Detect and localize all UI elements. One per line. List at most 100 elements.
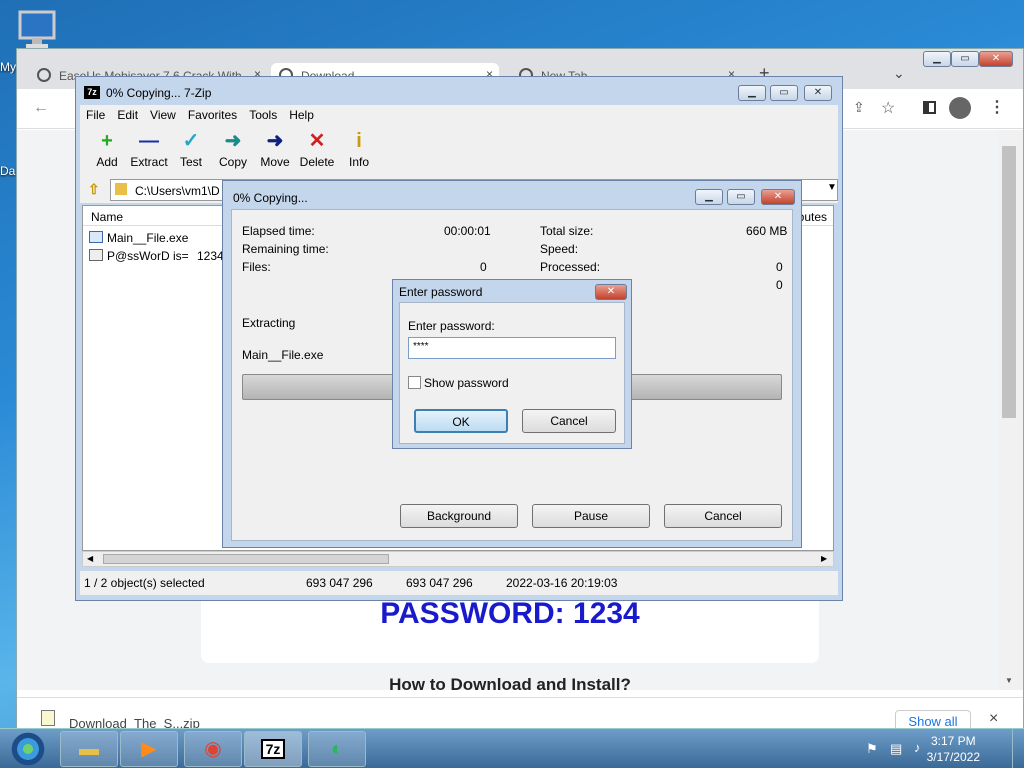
test-button[interactable]: ✓ Test	[170, 129, 212, 169]
data-desktop-label: Da	[0, 164, 16, 178]
background-button[interactable]: Background	[400, 504, 518, 528]
extract-label: Extract	[130, 155, 168, 169]
show-desktop-button[interactable]	[1012, 729, 1024, 768]
tray-volume-icon[interactable]: ♪	[914, 740, 921, 755]
info-button[interactable]: i Info	[338, 129, 380, 169]
remaining-label: Remaining time:	[242, 242, 329, 256]
download-bar: Download_The_S...zip Show all ×	[17, 697, 1023, 734]
taskbar-app[interactable]: ◐	[308, 731, 366, 767]
total-size-label: Total size:	[540, 224, 594, 238]
elapsed-label: Elapsed time:	[242, 224, 315, 238]
7zip-icon: 7z	[260, 739, 286, 759]
elapsed-value: 00:00:01	[444, 224, 491, 238]
profile-avatar-icon[interactable]	[949, 97, 971, 119]
computer-desktop-label: My	[0, 60, 16, 74]
download-bar-close-icon[interactable]: ×	[989, 710, 998, 728]
app-icon: ◐	[330, 738, 344, 760]
tray-flag-icon[interactable]: ⚑	[866, 741, 878, 757]
scrollbar-thumb[interactable]	[1002, 146, 1016, 418]
cancel-copy-button[interactable]: Cancel	[664, 504, 782, 528]
taskbar-7zip[interactable]: 7z	[244, 731, 302, 767]
add-icon: +	[101, 130, 113, 152]
menu-kebab-icon[interactable]: ⋮	[989, 97, 1005, 117]
menu-help[interactable]: Help	[283, 105, 320, 125]
menu-tools[interactable]: Tools	[243, 105, 283, 125]
start-button[interactable]	[8, 731, 48, 767]
info-icon: i	[356, 130, 362, 152]
clock-time: 3:17 PM	[930, 734, 976, 748]
zip-status-bar: 1 / 2 object(s) selected 693 047 296 693…	[80, 571, 838, 595]
zip-toolbar: + Add — Extract ✓ Test ➜ Copy ➜ Move ✕ Delete …	[80, 125, 838, 177]
move-label: Move	[260, 155, 290, 169]
tray-network-icon[interactable]: ▤	[890, 741, 902, 757]
menu-view[interactable]: View	[144, 105, 182, 125]
speed-label: Speed:	[540, 242, 579, 256]
tab-search-button[interactable]: ⌄	[893, 65, 905, 82]
processed-value: 0	[776, 260, 783, 274]
info-label: Info	[348, 155, 369, 169]
test-icon: ✓	[182, 130, 200, 152]
address-dropdown-icon[interactable]: ▼	[827, 182, 837, 193]
move-button[interactable]: ➜ Move	[254, 129, 296, 169]
status-modified: 2022-03-16 20:19:03	[506, 576, 618, 590]
taskbar-media-player[interactable]: ▶	[120, 731, 178, 767]
password-input[interactable]: ****	[408, 337, 616, 359]
chrome-close-button[interactable]: ✕	[979, 51, 1013, 67]
ok-button[interactable]: OK	[414, 409, 508, 433]
copy-label: Copy	[218, 155, 247, 169]
copying-close-button[interactable]: ✕	[761, 189, 795, 205]
chrome-minimize-button[interactable]: ▁	[923, 51, 951, 67]
zip-file-icon	[41, 710, 55, 726]
image-file-icon	[89, 249, 103, 261]
show-password-label: Show password	[424, 376, 509, 390]
extract-icon: —	[139, 130, 159, 152]
scrollbar-thumb[interactable]	[103, 554, 389, 564]
extract-button[interactable]: — Extract	[128, 129, 170, 169]
system-clock[interactable]: 3:17 PM 3/17/2022	[927, 733, 980, 765]
password-dialog-close-button[interactable]: ✕	[595, 284, 627, 300]
column-name[interactable]: Name	[91, 210, 123, 224]
chrome-maximize-button[interactable]: ▭	[951, 51, 979, 67]
folder-icon	[115, 183, 127, 195]
checkbox-box[interactable]	[408, 376, 421, 389]
sidebar-icon[interactable]	[923, 101, 936, 114]
password-panel: Enter password: **** Show password OK Ca…	[399, 302, 625, 444]
pause-button[interactable]: Pause	[532, 504, 650, 528]
zip-horizontal-scrollbar[interactable]: ◀ ▶	[82, 551, 834, 567]
menu-favorites[interactable]: Favorites	[182, 105, 243, 125]
how-to-heading: How to Download and Install?	[389, 675, 631, 694]
delete-icon: ✕	[308, 130, 326, 152]
copying-maximize-button[interactable]: ▭	[727, 189, 755, 205]
password-dialog: Enter password ✕ Enter password: **** Sh…	[392, 279, 632, 449]
test-label: Test	[179, 155, 202, 169]
show-password-checkbox[interactable]: Show password	[408, 375, 548, 391]
address-text: C:\Users\vm1\D	[135, 184, 220, 198]
scroll-left-icon[interactable]: ◀	[87, 554, 93, 563]
current-file: Main__File.exe	[242, 348, 324, 362]
scroll-down-icon[interactable]: ▼	[1005, 676, 1013, 685]
bookmark-star-icon[interactable]: ☆	[881, 98, 895, 118]
files-label: Files:	[242, 260, 271, 274]
copying-dialog-title: 0% Copying...	[233, 191, 308, 205]
taskbar-explorer[interactable]: ▬	[60, 731, 118, 767]
share-icon[interactable]: ⇪	[853, 99, 865, 116]
clock-date: 3/17/2022	[926, 750, 980, 764]
back-arrow-icon[interactable]: ←	[33, 99, 49, 117]
zip-minimize-button[interactable]: ▁	[738, 85, 766, 101]
password-dialog-title: Enter password	[399, 285, 483, 299]
delete-button[interactable]: ✕ Delete	[296, 129, 338, 169]
copy-button[interactable]: ➜ Copy	[212, 129, 254, 169]
menu-edit[interactable]: Edit	[111, 105, 144, 125]
menu-file[interactable]: File	[80, 105, 111, 125]
zip-close-button[interactable]: ✕	[804, 85, 832, 101]
folder-up-icon[interactable]: ⇧	[88, 181, 100, 198]
password-cancel-button[interactable]: Cancel	[522, 409, 616, 433]
taskbar-chrome[interactable]: ◉	[184, 731, 242, 767]
delete-label: Delete	[299, 155, 335, 169]
add-button[interactable]: + Add	[86, 129, 128, 169]
copying-minimize-button[interactable]: ▁	[695, 189, 723, 205]
password-prompt: Enter password:	[408, 319, 495, 333]
zip-maximize-button[interactable]: ▭	[770, 85, 798, 101]
page-scrollbar[interactable]: ▼	[999, 130, 1023, 690]
scroll-right-icon[interactable]: ▶	[821, 554, 827, 563]
